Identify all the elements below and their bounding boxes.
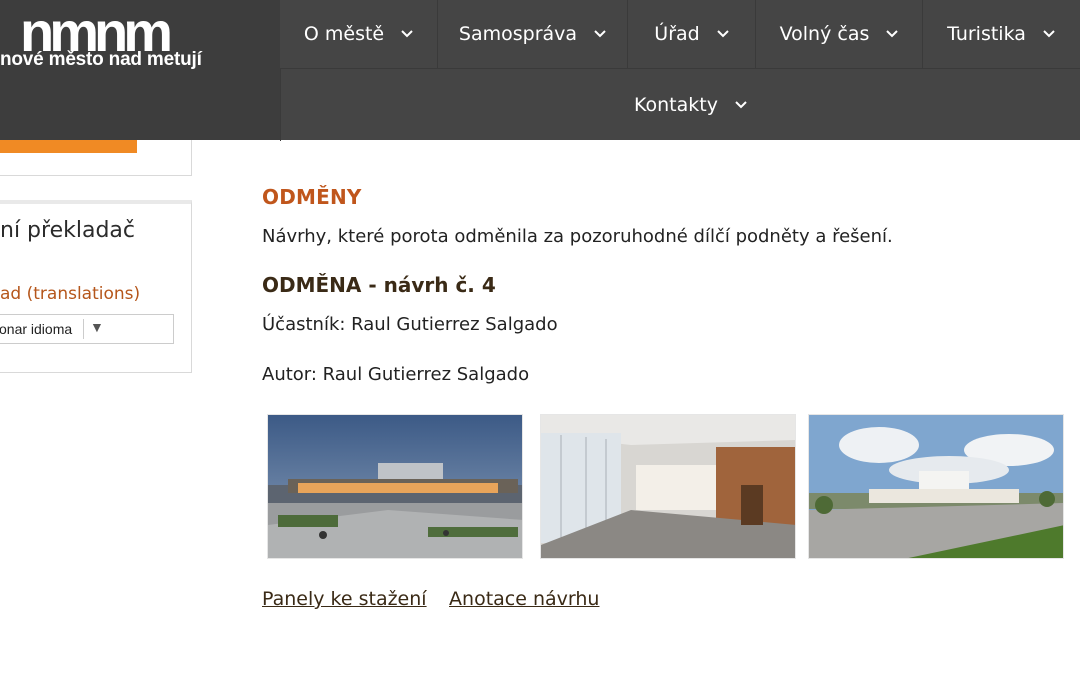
site-header: nmnm nové město nad metují O městě Samos… [0,0,1080,141]
panels-download-link[interactable]: Panely ke stažení [262,588,427,610]
main-nav-row2: Kontakty [280,68,1080,141]
gallery-image-exterior-day[interactable] [808,414,1064,559]
nav-item-label: Kontakty [634,94,718,116]
award-title: ODMĚNA - návrh č. 4 [262,273,496,297]
caret-down-icon: ▼ [90,319,104,335]
section-description: Návrhy, které porota odměnila za pozoruh… [262,226,893,247]
nav-item-o-meste[interactable]: O městě [280,0,438,68]
nav-item-kontakty[interactable]: Kontakty [616,69,766,141]
nav-item-volny-cas[interactable]: Volný čas [755,0,923,68]
gallery-image-interior-lobby[interactable] [540,414,796,559]
section-title: ODMĚNY [262,185,362,209]
download-links: Panely ke stažení Anotace návrhu [262,588,617,610]
translator-title: ní překladač [0,218,135,243]
sidebar-orange-button[interactable] [0,140,137,153]
sidebar-box-top [0,140,192,176]
chevron-down-icon [400,27,414,41]
translator-link[interactable]: ad (translations) [0,284,140,304]
nav-item-label: Volný čas [779,23,870,45]
author-text: Autor: Raul Gutierrez Salgado [262,364,530,385]
language-select-value: onar idioma [0,321,73,337]
nav-item-label: O městě [303,23,385,45]
logo-text: nové město nad metují [0,49,202,70]
nav-item-turistika[interactable]: Turistika [922,0,1080,68]
chevron-down-icon [593,27,607,41]
gallery-image-exterior-dusk[interactable] [267,414,523,559]
site-logo[interactable]: nmnm nové město nad metují [0,0,280,140]
participant-text: Účastník: Raul Gutierrez Salgado [262,314,558,335]
design-annotation-link[interactable]: Anotace návrhu [449,588,599,610]
main-nav: O městě Samospráva Úřad Volný čas Turist… [280,0,1080,68]
nav-item-samosprava[interactable]: Samospráva [437,0,628,68]
select-separator [83,319,84,339]
nav-item-urad[interactable]: Úřad [627,0,756,68]
nav-item-label: Samospráva [458,23,578,45]
chevron-down-icon [716,27,730,41]
nav-item-label: Turistika [947,23,1026,45]
chevron-down-icon [1042,27,1056,41]
language-select[interactable]: onar idioma ▼ [0,314,174,344]
nav-item-label: Úřad [654,23,700,45]
chevron-down-icon [885,27,899,41]
chevron-down-icon [734,98,748,112]
